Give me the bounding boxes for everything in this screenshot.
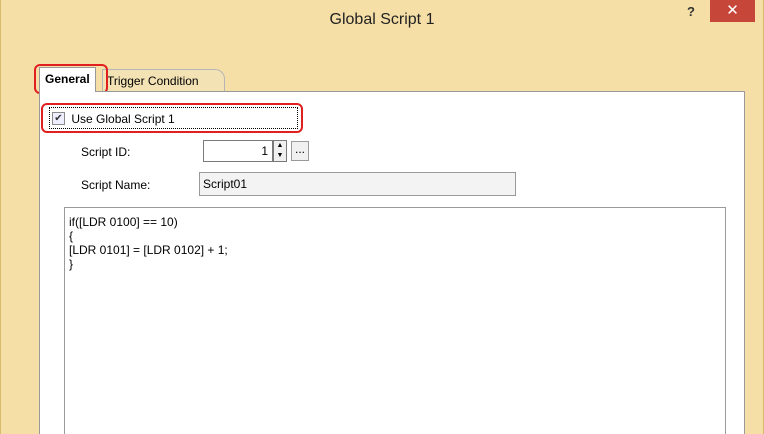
script-name-field[interactable]: Script01 bbox=[199, 172, 516, 196]
use-global-script-label: Use Global Script 1 bbox=[71, 111, 175, 126]
tab-general[interactable]: General bbox=[39, 67, 96, 92]
script-id-input[interactable]: 1 bbox=[203, 140, 273, 162]
use-global-script-checkbox-row[interactable]: ✔ Use Global Script 1 bbox=[52, 110, 175, 126]
script-editor[interactable]: if([LDR 0100] == 10) { [LDR 0101] = [LDR… bbox=[64, 207, 726, 434]
script-id-spinner[interactable]: ▲ ▼ bbox=[273, 140, 287, 162]
code-line: [LDR 0101] = [LDR 0102] + 1; bbox=[69, 243, 228, 257]
window-title: Global Script 1 bbox=[329, 11, 435, 28]
dialog-window: Global Script 1 ? ✕ General Trigger Cond… bbox=[0, 0, 764, 434]
code-line: { bbox=[69, 229, 74, 243]
help-button[interactable]: ? bbox=[680, 4, 702, 24]
title-bar[interactable]: Global Script 1 ? ✕ bbox=[1, 0, 763, 42]
close-button[interactable]: ✕ bbox=[710, 0, 755, 22]
browse-button[interactable]: ... bbox=[291, 141, 309, 161]
tab-trigger-condition[interactable]: Trigger Condition bbox=[102, 69, 225, 91]
use-global-script-checkbox[interactable]: ✔ bbox=[52, 112, 65, 126]
code-line: if([LDR 0100] == 10) bbox=[69, 215, 178, 229]
script-name-label: Script Name: bbox=[81, 178, 151, 192]
spin-down-icon[interactable]: ▼ bbox=[274, 151, 286, 161]
spin-up-icon[interactable]: ▲ bbox=[274, 141, 286, 151]
code-line: } bbox=[69, 257, 74, 271]
script-id-label: Script ID: bbox=[81, 145, 131, 159]
